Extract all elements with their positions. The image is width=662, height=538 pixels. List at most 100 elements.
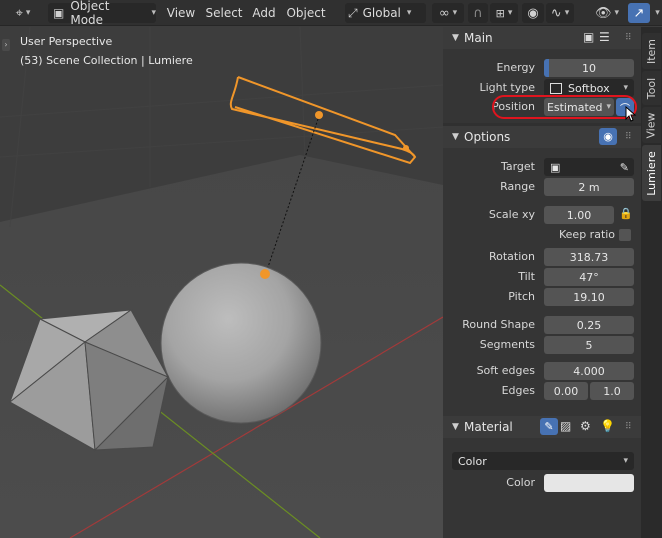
edges-field-max[interactable]: 1.0 (590, 382, 634, 400)
material-panel-body: Color ▾ Color (443, 438, 641, 538)
segments-label: Segments (479, 338, 535, 351)
falloff-dropdown[interactable]: ∿ ▾ (546, 3, 574, 23)
soft-edges-label: Soft edges (476, 364, 535, 377)
chevron-down-icon: ▾ (623, 83, 628, 93)
main-panel-header[interactable]: ▼ Main ▣ ☰ ⠿ (443, 27, 641, 49)
tab-item[interactable]: Item (642, 33, 661, 69)
snap-grid-icon: ⊞ (495, 6, 505, 20)
pitch-field[interactable]: 19.10 (544, 288, 634, 306)
drag-grip-icon[interactable]: ⠿ (625, 132, 635, 142)
round-shape-label: Round Shape (462, 318, 535, 331)
rotation-field[interactable]: 318.73 (544, 248, 634, 266)
edges-field-min[interactable]: 0.00 (544, 382, 588, 400)
magnet-icon: ∩ (473, 5, 483, 21)
view-perspective-label: User Perspective (20, 35, 113, 48)
sidebar-tabs: Item Tool View Lumiere (641, 27, 662, 538)
chevron-down-icon: ▾ (507, 8, 513, 18)
mode-label: Object Mode (70, 0, 110, 27)
viewport-header: ⌖ ▾ ▣ Object Mode ▾ View Select Add Objec… (0, 0, 662, 27)
collapse-triangle-icon: ▼ (452, 33, 459, 43)
pivot-point-dropdown[interactable]: ∞ ▾ (432, 3, 464, 23)
object-icon: ▣ (550, 160, 561, 174)
light-type-value: Softbox (568, 81, 610, 95)
tab-lumiere[interactable]: Lumiere (642, 145, 661, 201)
eyedropper-icon[interactable]: ✎ (620, 161, 629, 174)
editor-type-button[interactable]: ⌖ ▾ (4, 3, 42, 23)
target-field[interactable]: ▣ ✎ (544, 158, 634, 176)
color-swatch[interactable] (544, 474, 634, 492)
menu-add[interactable]: Add (250, 3, 278, 23)
tab-tool[interactable]: Tool (642, 71, 661, 105)
tilt-label: Tilt (518, 270, 535, 283)
options-panel-header[interactable]: ▼ Options ◉ ⠿ (443, 126, 641, 148)
collapse-triangle-icon: ▼ (452, 132, 459, 142)
softbox-light (229, 76, 417, 165)
scale-xy-label: Scale xy (488, 208, 535, 221)
chevron-down-icon: ▾ (151, 8, 156, 18)
material-mode-value: Color (458, 454, 487, 468)
tab-view-label: View (645, 111, 659, 139)
preset-icon[interactable]: ▣ (583, 30, 594, 44)
round-shape-field[interactable]: 0.25 (544, 316, 634, 334)
link-icon: ∞ (438, 5, 450, 21)
chevron-down-icon: ▾ (564, 8, 570, 18)
tab-item-label: Item (645, 38, 659, 64)
softbox-icon (550, 82, 562, 94)
axis-gizmo-icon: ⌖ (15, 5, 23, 21)
material-panel-header[interactable]: ▼ Material ✎ ▨ ⚙ 💡 ⠿ (443, 416, 641, 438)
energy-value: 10 (582, 61, 596, 75)
visibility-eye-icon[interactable]: ◉ (599, 128, 617, 145)
chevron-down-icon: ▾ (452, 8, 458, 18)
pitch-label: Pitch (508, 290, 535, 303)
toolbar-expand-arrow[interactable]: › (2, 39, 10, 51)
main-panel-body: Energy 10 Light type Softbox ▾ Position … (443, 49, 641, 123)
highlight-ellipse (492, 95, 637, 119)
tilt-field[interactable]: 47° (544, 268, 634, 286)
proportional-edit-toggle[interactable]: ◉ (522, 3, 544, 23)
sphere-target-dot (260, 269, 270, 279)
list-icon[interactable]: ☰ (599, 30, 610, 44)
scale-xy-field[interactable]: 1.00 (544, 206, 614, 224)
chevron-down-icon: ▾ (614, 8, 620, 18)
menu-view[interactable]: View (163, 3, 199, 23)
drag-grip-icon[interactable]: ⠿ (625, 33, 635, 43)
chevron-down-icon[interactable]: ▾ (651, 3, 661, 23)
snap-target-dropdown[interactable]: ⊞ ▾ (490, 3, 518, 23)
visibility-dropdown[interactable]: 👁 ▾ (592, 3, 622, 23)
eye-icon: 👁 (594, 5, 612, 21)
bulb-icon[interactable]: 💡 (600, 419, 615, 433)
gizmo-icon: ↗ (633, 5, 645, 21)
collapse-triangle-icon: ▼ (452, 422, 459, 432)
keep-ratio-checkbox[interactable] (619, 229, 631, 241)
transform-orientation-dropdown[interactable]: ⤢ Global ▾ (345, 3, 426, 23)
keep-ratio-label: Keep ratio (559, 228, 616, 241)
color-label: Color (506, 476, 535, 489)
range-label: Range (500, 180, 535, 193)
menu-select[interactable]: Select (203, 3, 245, 23)
tab-tool-label: Tool (645, 77, 658, 99)
range-field[interactable]: 2 m (544, 178, 634, 196)
energy-slider[interactable]: 10 (544, 59, 634, 77)
soft-edges-field[interactable]: 4.000 (544, 362, 634, 380)
options-panel-body: Target ▣ ✎ Range 2 m Scale xy 1.00 🔒 Kee… (443, 148, 641, 416)
segments-field[interactable]: 5 (544, 336, 634, 354)
chevron-down-icon: ▾ (623, 456, 628, 466)
orientation-label: Global (362, 6, 401, 20)
options-panel-title: Options (464, 130, 511, 144)
snap-toggle[interactable]: ∩ (468, 3, 488, 23)
settings-gear-icon[interactable]: ⚙ (580, 419, 591, 433)
drag-grip-icon[interactable]: ⠿ (625, 422, 635, 432)
mode-dropdown[interactable]: ▣ Object Mode ▾ (48, 0, 156, 27)
gizmo-toggle[interactable]: ↗ (628, 3, 650, 23)
chevron-down-icon: ▾ (406, 8, 412, 18)
energy-slider-fill (544, 59, 550, 77)
color-mode-icon[interactable]: ✎ (540, 418, 558, 435)
material-mode-dropdown[interactable]: Color ▾ (452, 452, 634, 470)
menu-object[interactable]: Object (284, 3, 328, 23)
energy-label: Energy (496, 61, 535, 74)
lock-icon[interactable]: 🔒 (619, 207, 633, 220)
light-center-dot (315, 111, 323, 119)
tab-view[interactable]: View (642, 107, 661, 143)
orientation-icon: ⤢ (348, 6, 358, 20)
image-texture-icon[interactable]: ▨ (560, 419, 571, 433)
